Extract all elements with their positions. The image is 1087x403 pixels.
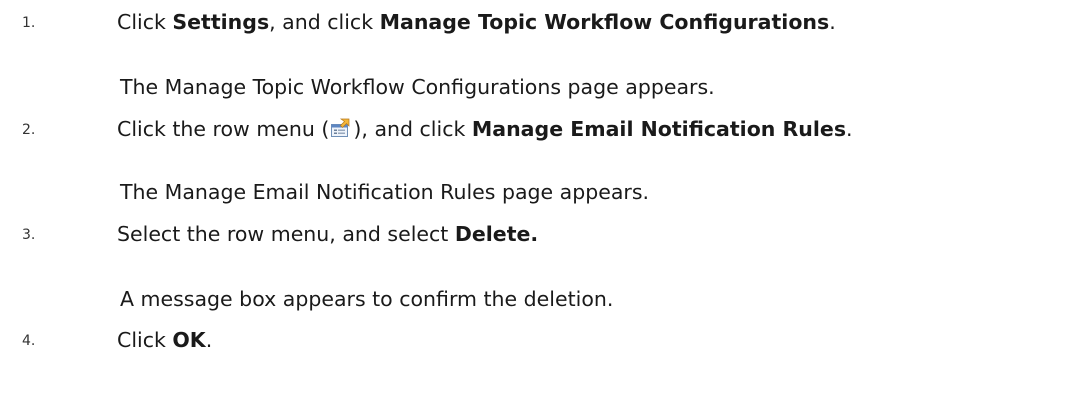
step-number: 4.: [22, 333, 36, 349]
row-menu-icon: [330, 118, 352, 138]
step-1: 1. Click Settings, and click Manage Topi…: [0, 6, 1087, 36]
step-number: 3.: [22, 227, 36, 243]
step-text-part: Click: [117, 328, 173, 352]
ui-term-manage-topic-workflow-configurations: Manage Topic Workflow Configurations: [379, 10, 830, 34]
step-2: 2. Click the row menu ( ), and click Man…: [0, 113, 1087, 143]
step-instruction: Select the row menu, and select Delete.: [117, 222, 538, 246]
ui-term-ok: OK: [172, 328, 206, 352]
step-text-part: .: [846, 117, 853, 141]
step-number: 2.: [22, 122, 36, 138]
ui-term-delete: Delete.: [454, 222, 539, 246]
ui-term-manage-email-notification-rules: Manage Email Notification Rules: [471, 117, 847, 141]
step-instruction: Click the row menu ( ), and click Manage…: [117, 117, 853, 141]
step-1-result: The Manage Topic Workflow Configurations…: [120, 75, 715, 99]
step-3-result: A message box appears to confirm the del…: [120, 287, 614, 311]
step-text-part: .: [829, 10, 836, 34]
ui-term-settings: Settings: [172, 10, 270, 34]
step-text-part: .: [205, 328, 213, 352]
step-text-part: Click the row menu (: [117, 117, 330, 141]
step-instruction: Click OK.: [117, 328, 212, 352]
step-text-part: ), and click: [353, 117, 472, 141]
step-text-part: , and click: [269, 10, 380, 34]
step-2-result: The Manage Email Notification Rules page…: [120, 180, 650, 204]
step-number: 1.: [22, 15, 36, 31]
step-text-part: Select the row menu, and select: [117, 222, 455, 246]
step-text-part: Click: [117, 10, 173, 34]
step-instruction: Click Settings, and click Manage Topic W…: [117, 10, 836, 34]
step-4: 4. Click OK.: [0, 324, 1087, 354]
step-3: 3. Select the row menu, and select Delet…: [0, 218, 1087, 248]
